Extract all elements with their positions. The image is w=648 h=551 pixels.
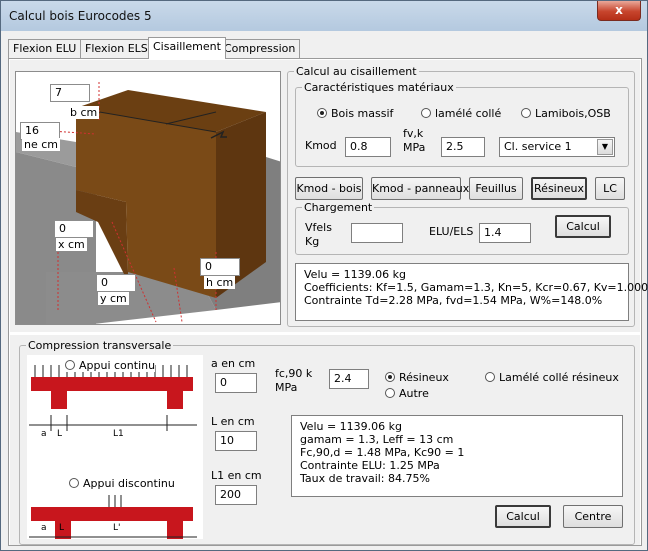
radio-lamelle-colle-resineux[interactable]: Lamélé collé résineux — [485, 371, 619, 384]
b-label: b cm — [68, 106, 100, 119]
tab-flexion-elu[interactable]: Flexion ELU — [8, 39, 82, 58]
shear-figure: 7 b cm 16 ne cm 0 x cm 0 y cm 0 h cm — [15, 71, 281, 325]
window-title: Calcul bois Eurocodes 5 — [9, 9, 152, 23]
radio-appui-discontinu[interactable]: Appui discontinu — [69, 477, 175, 490]
y-input[interactable]: 0 — [96, 274, 136, 292]
fvk-label: fv,k — [403, 127, 424, 140]
radio-lamibois-label: Lamibois,OSB — [535, 107, 611, 120]
compression-result-line: Contrainte ELU: 1.25 MPa — [300, 459, 440, 472]
fc90-unit-label: MPa — [275, 381, 298, 394]
radio-lamibois[interactable]: Lamibois,OSB — [521, 107, 611, 120]
radio-empty-icon — [521, 108, 531, 118]
h-top-label: ne cm — [22, 138, 60, 151]
shear-results: Velu = 1139.06 kg Coefficients: Kf=1.5, … — [295, 263, 648, 321]
radio-appui-continu-label: Appui continu — [79, 359, 156, 372]
diagram-l2-label: L — [59, 523, 65, 533]
compression-result-line: Velu = 1139.06 kg — [300, 420, 403, 433]
service-class-value: Cl. service 1 — [504, 140, 572, 153]
vfels-input[interactable] — [351, 223, 403, 243]
fvk-unit-label: MPa — [403, 141, 426, 154]
diagram-a-label: a — [41, 429, 47, 439]
shear-result-line: Coefficients: Kf=1.5, Gamam=1.3, Kn=5, K… — [304, 281, 648, 294]
radio-lamelle-colle-label: lamélé collé — [435, 107, 502, 120]
y-label: y cm — [98, 292, 129, 305]
kmod-panneaux-button[interactable]: Kmod - panneaux — [371, 177, 469, 200]
resineux-button[interactable]: Résineux — [531, 177, 587, 200]
kmod-input[interactable]: 0.8 — [345, 137, 391, 157]
radio-autre[interactable]: Autre — [385, 387, 429, 400]
compression-result-line: Taux de travail: 84.75% — [300, 472, 430, 485]
diagram-l1-label: L1 — [113, 429, 124, 439]
radio-empty-icon — [421, 108, 431, 118]
timber-joint-illustration — [16, 82, 280, 324]
shear-result-line: Contrainte Td=2.28 MPa, fvd=1.54 MPa, W%… — [304, 294, 603, 307]
shear-calcul-button[interactable]: Calcul — [555, 215, 611, 238]
vfels-label: Vfels — [305, 221, 332, 234]
h-label: h cm — [204, 276, 236, 289]
tab-page-cisaillement: 7 b cm 16 ne cm 0 x cm 0 y cm 0 h cm Cal… — [8, 58, 648, 546]
compression-results: Velu = 1139.06 kg gamam = 1.3, Leff = 13… — [291, 415, 623, 497]
chevron-down-icon[interactable]: ▼ — [597, 139, 613, 155]
diagram-a2-label: a — [41, 523, 47, 533]
eluels-label: ELU/ELS — [429, 225, 474, 238]
compression-diagram: Appui continu Appui discontinu a L L1 a … — [27, 355, 203, 539]
app-window: Calcul bois Eurocodes 5 x Flexion ELU Fl… — [0, 0, 648, 551]
radio-appui-continu[interactable]: Appui continu — [65, 359, 156, 372]
diagram-l-label: L — [57, 429, 63, 439]
vfels-unit-label: Kg — [305, 235, 320, 248]
radio-empty-icon — [485, 372, 495, 382]
radio-appui-discontinu-label: Appui discontinu — [83, 477, 175, 490]
fvk-input[interactable]: 2.5 — [441, 137, 485, 157]
x-label: x cm — [56, 238, 87, 251]
l1-input[interactable]: 200 — [215, 485, 257, 505]
kmod-label: Kmod — [305, 139, 337, 152]
compression-result-line: gamam = 1.3, Leff = 13 cm — [300, 433, 454, 446]
h-input[interactable]: 0 — [200, 258, 240, 276]
lc-button[interactable]: LC — [595, 177, 625, 200]
title-bar[interactable]: Calcul bois Eurocodes 5 x — [1, 1, 647, 31]
shear-result-line: Velu = 1139.06 kg — [304, 268, 407, 281]
compression-calcul-button[interactable]: Calcul — [495, 505, 551, 528]
radio-empty-icon — [65, 360, 75, 370]
l-label: L en cm — [211, 415, 255, 428]
tab-flexion-els[interactable]: Flexion ELS — [80, 39, 153, 58]
centre-button[interactable]: Centre — [563, 505, 623, 528]
compression-result-line: Fc,90,d = 1.48 MPa, Kc90 = 1 — [300, 446, 465, 459]
radio-lamelle-colle[interactable]: lamélé collé — [421, 107, 501, 120]
x-input[interactable]: 0 — [54, 220, 94, 238]
l1-label: L1 en cm — [211, 469, 262, 482]
radio-selected-icon — [317, 108, 327, 118]
a-label: a en cm — [211, 357, 256, 370]
radio-resineux[interactable]: Résineux — [385, 371, 449, 384]
service-class-select[interactable]: Cl. service 1 ▼ — [499, 137, 615, 157]
radio-autre-label: Autre — [399, 387, 429, 400]
a-input[interactable]: 0 — [215, 373, 257, 393]
beam-support-illustration — [29, 365, 197, 539]
fc90-label: fc,90 k — [275, 367, 313, 380]
radio-lamelle-colle-resineux-label: Lamélé collé résineux — [499, 371, 619, 384]
b-input[interactable]: 7 — [50, 84, 90, 102]
l-input[interactable]: 10 — [215, 431, 257, 451]
feuillus-button[interactable]: Feuillus — [469, 177, 523, 200]
radio-empty-icon — [69, 478, 79, 488]
close-button[interactable]: x — [597, 1, 641, 21]
diagram-l1b-label: L' — [113, 523, 121, 533]
radio-bois-massif-label: Bois massif — [331, 107, 394, 120]
materials-title: Caractéristiques matériaux — [304, 81, 454, 94]
tab-compression[interactable]: Compression — [219, 39, 301, 58]
compression-title: Compression transversale — [28, 339, 172, 352]
radio-resineux-label: Résineux — [399, 371, 449, 384]
kmod-bois-button[interactable]: Kmod - bois — [295, 177, 363, 200]
radio-empty-icon — [385, 388, 395, 398]
radio-selected-icon — [385, 372, 395, 382]
eluels-input[interactable]: 1.4 — [479, 223, 531, 243]
fc90-input[interactable]: 2.4 — [329, 369, 369, 389]
radio-bois-massif[interactable]: Bois massif — [317, 107, 393, 120]
loading-title: Chargement — [304, 201, 373, 214]
tab-cisaillement[interactable]: Cisaillement — [148, 37, 226, 59]
shear-calc-title: Calcul au cisaillement — [296, 65, 417, 78]
